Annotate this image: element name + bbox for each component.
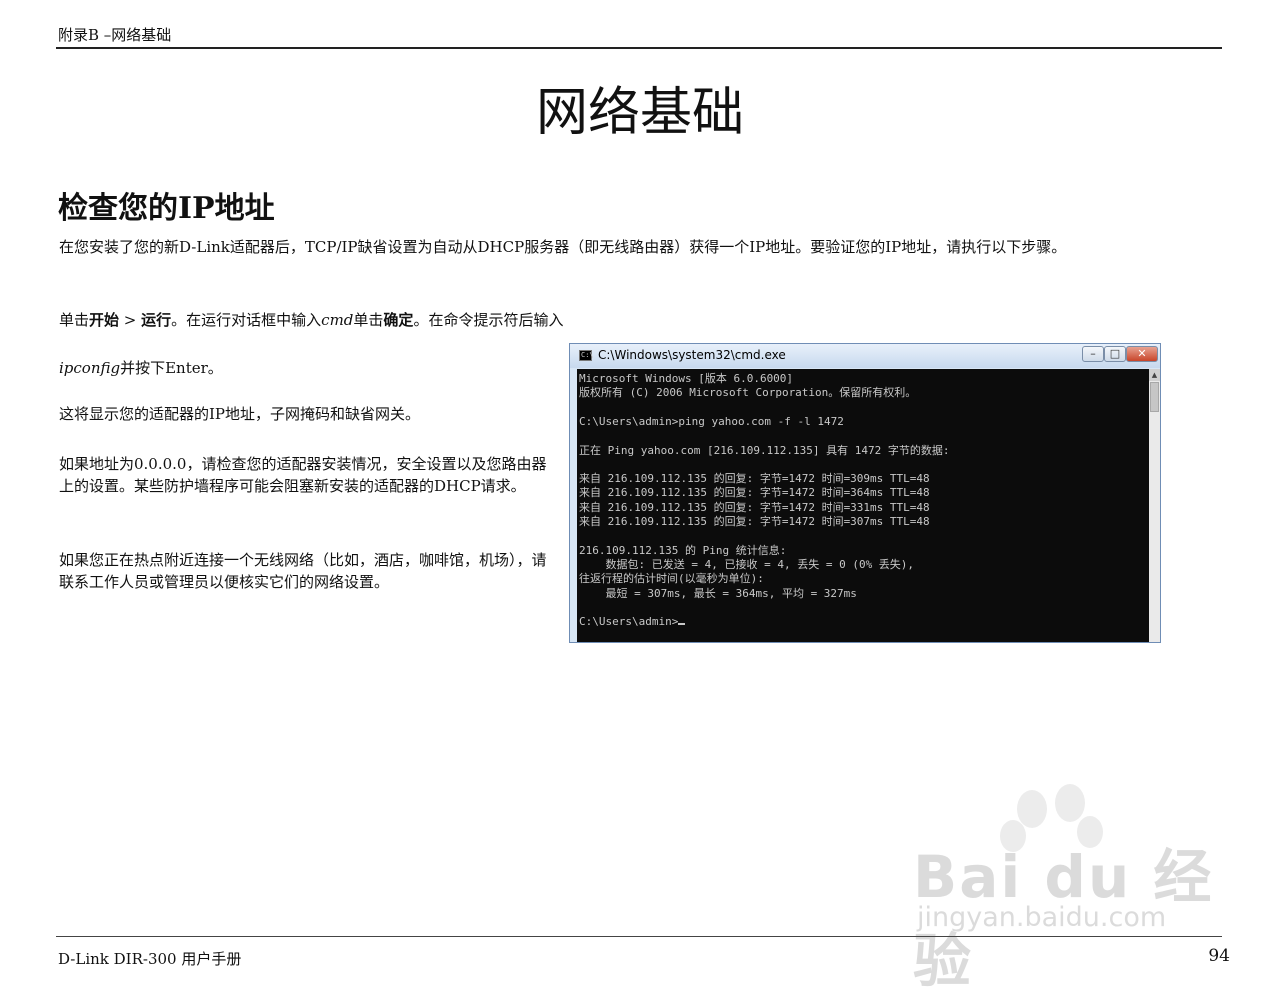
ipconfig-keyword: ipconfig	[59, 359, 121, 377]
console-line: 版权所有 (C) 2006 Microsoft Corporation。保留所有…	[579, 386, 917, 400]
footer-divider	[56, 936, 1222, 937]
cmd-window-screenshot: C:\ C:\Windows\system32\cmd.exe – □ ✕ Mi…	[569, 343, 1161, 643]
step-hotspot: 如果您正在热点附近连接一个无线网络（比如，酒店，咖啡馆，机场），请联系工作人员或…	[59, 551, 547, 591]
console-line: C:\Users\admin>ping yahoo.com -f -l 1472	[579, 414, 844, 428]
text: 单击	[59, 311, 90, 329]
text: >	[119, 311, 142, 329]
watermark-url: jingyan.baidu.com	[917, 902, 1167, 933]
page-number: 94	[1208, 946, 1230, 966]
console-line: Microsoft Windows [版本 6.0.6000]	[579, 372, 794, 385]
text: 。在命令提示符后输入	[413, 311, 564, 329]
console-line: 来自 216.109.112.135 的回复: 字节=1472 时间=307ms…	[579, 515, 930, 528]
console-line: 216.109.112.135 的 Ping 统计信息:	[579, 543, 787, 557]
paw-icon	[1055, 784, 1085, 822]
minimize-icon: –	[1082, 346, 1104, 362]
cmd-title: C:\Windows\system32\cmd.exe	[598, 348, 786, 362]
start-label: 开始	[89, 311, 120, 329]
cursor-icon	[678, 623, 686, 626]
baidu-watermark: Bai du 经验 jingyan.baidu.com	[905, 784, 1225, 995]
maximize-icon: □	[1104, 346, 1126, 362]
scroll-up-icon: ▲	[1149, 369, 1160, 381]
step-ipconfig: ipconfig并按下Enter。	[59, 357, 223, 379]
console-line: 正在 Ping yahoo.com [216.109.112.135] 具有 1…	[579, 443, 950, 457]
paw-icon	[1017, 790, 1047, 828]
close-icon: ✕	[1126, 346, 1158, 362]
footer-manual: D-Link DIR-300 用户手册	[58, 950, 242, 968]
console-line: 最短 = 307ms, 最长 = 364ms, 平均 = 327ms	[579, 586, 857, 600]
scroll-thumb	[1150, 382, 1159, 412]
console-line: C:\Users\admin>	[579, 615, 686, 629]
step-zero-address: 如果地址为0.0.0.0，请检查您的适配器安装情况，安全设置以及您路由器上的设置…	[59, 455, 547, 495]
intro-paragraph: 在您安装了您的新D-Link适配器后，TCP/IP缺省设置为自动从DHCP服务器…	[59, 238, 1067, 256]
console-line: 来自 216.109.112.135 的回复: 字节=1472 时间=331ms…	[579, 500, 930, 514]
ok-label: 确定	[383, 311, 414, 329]
cmd-icon: C:\	[579, 350, 594, 361]
console-line: 数据包: 已发送 = 4, 已接收 = 4, 丢失 = 0 (0% 丢失),	[579, 557, 915, 571]
step-run-cmd: 单击开始 > 运行。在运行对话框中输入cmd单击确定。在命令提示符后输入	[59, 309, 563, 331]
console-line: 往返行程的估计时间(以毫秒为单位):	[579, 572, 764, 586]
console-line: 来自 216.109.112.135 的回复: 字节=1472 时间=309ms…	[579, 472, 930, 486]
running-header: 附录B –网络基础	[58, 26, 172, 44]
cmd-titlebar: C:\ C:\Windows\system32\cmd.exe – □ ✕	[570, 344, 1160, 368]
cmd-keyword: cmd	[321, 311, 354, 329]
cmd-scrollbar: ▲	[1149, 369, 1160, 642]
run-label: 运行	[141, 311, 172, 329]
text: 单击	[353, 311, 384, 329]
section-heading: 检查您的IP地址	[58, 191, 275, 226]
step-result: 这将显示您的适配器的IP地址，子网掩码和缺省网关。	[59, 405, 421, 423]
cmd-console: Microsoft Windows [版本 6.0.6000] 版权所有 (C) …	[577, 369, 1149, 642]
text: 并按下Enter。	[120, 359, 223, 377]
console-line: 来自 216.109.112.135 的回复: 字节=1472 时间=364ms…	[579, 486, 930, 500]
page-title: 网络基础	[535, 83, 744, 143]
text: 。在运行对话框中输入	[171, 311, 322, 329]
header-divider	[56, 47, 1222, 49]
